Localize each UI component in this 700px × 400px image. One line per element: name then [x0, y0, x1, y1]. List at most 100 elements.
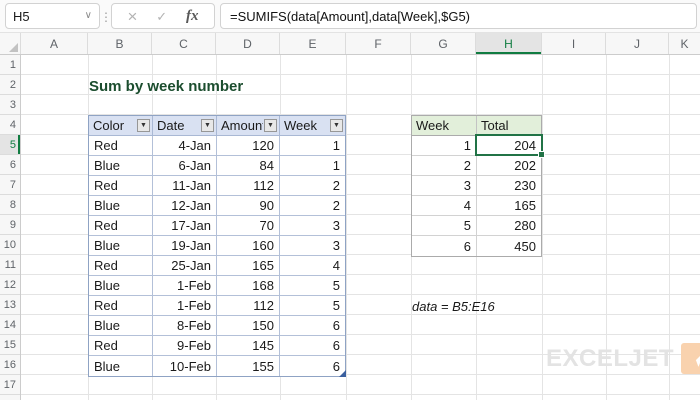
filter-dropdown-icon[interactable]: ▼ [137, 119, 150, 132]
table-cell[interactable]: 145 [217, 336, 280, 356]
table-cell[interactable]: Blue [89, 316, 153, 336]
column-header-j[interactable]: J [606, 33, 669, 54]
table-cell[interactable]: 1 [280, 136, 345, 156]
table-cell[interactable]: Red [89, 136, 153, 156]
filter-dropdown-icon[interactable]: ▼ [201, 119, 214, 132]
table-cell[interactable]: Red [89, 216, 153, 236]
table-cell[interactable]: 160 [217, 236, 280, 256]
row-header-17[interactable]: 17 [0, 375, 20, 395]
table-cell[interactable]: 6-Jan [153, 156, 217, 176]
row-header-7[interactable]: 7 [0, 175, 20, 195]
column-header-d[interactable]: D [216, 33, 280, 54]
select-all-corner[interactable] [0, 33, 21, 54]
cancel-icon[interactable]: × [127, 8, 137, 25]
column-header-k[interactable]: K [669, 33, 700, 54]
row-header-15[interactable]: 15 [0, 335, 20, 355]
table-cell[interactable]: 6 [280, 356, 345, 376]
table-cell[interactable]: Blue [89, 276, 153, 296]
summary-cell[interactable]: 2 [412, 156, 477, 176]
table-cell[interactable]: 1-Feb [153, 276, 217, 296]
table-cell[interactable]: 3 [280, 216, 345, 236]
column-header-b[interactable]: B [88, 33, 152, 54]
fill-handle[interactable] [538, 151, 545, 158]
summary-cell[interactable]: 3 [412, 176, 477, 196]
table-cell[interactable]: 165 [217, 256, 280, 276]
column-header-e[interactable]: E [280, 33, 346, 54]
name-box[interactable]: H5 ∨ [5, 3, 100, 29]
table-cell[interactable]: 4-Jan [153, 136, 217, 156]
table-cell[interactable]: 4 [280, 256, 345, 276]
row-header-4[interactable]: 4 [0, 115, 20, 135]
summary-cell[interactable]: 230 [477, 176, 541, 196]
summary-cell[interactable]: 6 [412, 236, 477, 256]
table-cell[interactable]: 2 [280, 176, 345, 196]
table-cell[interactable]: 12-Jan [153, 196, 217, 216]
row-header-10[interactable]: 10 [0, 235, 20, 255]
table-cell[interactable]: 1-Feb [153, 296, 217, 316]
table-cell[interactable]: Blue [89, 156, 153, 176]
enter-icon[interactable]: ✓ [156, 10, 167, 23]
column-header-h-selected[interactable]: H [476, 33, 542, 54]
row-header-13[interactable]: 13 [0, 295, 20, 315]
table-cell[interactable]: Red [89, 336, 153, 356]
table-cell[interactable]: 2 [280, 196, 345, 216]
table-cell[interactable]: 17-Jan [153, 216, 217, 236]
summary-cell[interactable]: 450 [477, 236, 541, 256]
table-cell[interactable]: 10-Feb [153, 356, 217, 376]
table-cell[interactable]: 90 [217, 196, 280, 216]
row-header-1[interactable]: 1 [0, 55, 20, 75]
table-cell[interactable]: 112 [217, 176, 280, 196]
summary-cell[interactable]: 1 [412, 136, 477, 156]
table-cell[interactable]: 11-Jan [153, 176, 217, 196]
table-cell[interactable]: 84 [217, 156, 280, 176]
column-header-g[interactable]: G [411, 33, 476, 54]
table-cell[interactable]: 9-Feb [153, 336, 217, 356]
summary-cell[interactable]: 280 [477, 216, 541, 236]
row-header-12[interactable]: 12 [0, 275, 20, 295]
table-cell[interactable]: 1 [280, 156, 345, 176]
table-cell[interactable]: 8-Feb [153, 316, 217, 336]
table-cell[interactable]: Red [89, 256, 153, 276]
row-header-9[interactable]: 9 [0, 215, 20, 235]
table-cell[interactable]: Blue [89, 356, 153, 376]
filter-dropdown-icon[interactable]: ▼ [264, 119, 277, 132]
summary-cell[interactable]: 202 [477, 156, 541, 176]
column-header-a[interactable]: A [21, 33, 88, 54]
row-header-14[interactable]: 14 [0, 315, 20, 335]
column-header-c[interactable]: C [152, 33, 216, 54]
insert-function-icon[interactable]: fx [186, 8, 199, 25]
summary-cell[interactable]: 165 [477, 196, 541, 216]
table-cell[interactable]: 6 [280, 316, 345, 336]
table-cell[interactable]: 120 [217, 136, 280, 156]
table-cell[interactable]: 150 [217, 316, 280, 336]
row-header-11[interactable]: 11 [0, 255, 20, 275]
table-cell[interactable]: 5 [280, 296, 345, 316]
chevron-down-icon[interactable]: ∨ [85, 11, 92, 21]
table-cell[interactable]: Red [89, 176, 153, 196]
row-header-3[interactable]: 3 [0, 95, 20, 115]
row-header-6[interactable]: 6 [0, 155, 20, 175]
table-cell[interactable]: Blue [89, 196, 153, 216]
table-cell[interactable]: 112 [217, 296, 280, 316]
table-cell[interactable]: 155 [217, 356, 280, 376]
table-cell[interactable]: Blue [89, 236, 153, 256]
column-header-f[interactable]: F [346, 33, 411, 54]
table-cell[interactable]: Red [89, 296, 153, 316]
table-cell[interactable]: 25-Jan [153, 256, 217, 276]
formula-input[interactable]: =SUMIFS(data[Amount],data[Week],$G5) [220, 3, 697, 29]
table-cell[interactable]: 19-Jan [153, 236, 217, 256]
row-header-8[interactable]: 8 [0, 195, 20, 215]
row-header-5-selected[interactable]: 5 [0, 135, 20, 155]
table-cell[interactable]: 5 [280, 276, 345, 296]
table-cell[interactable]: 6 [280, 336, 345, 356]
row-header-2[interactable]: 2 [0, 75, 20, 95]
table-resize-handle-icon[interactable] [339, 370, 346, 377]
summary-cell[interactable]: 4 [412, 196, 477, 216]
summary-cell[interactable]: 5 [412, 216, 477, 236]
column-header-i[interactable]: I [542, 33, 606, 54]
filter-dropdown-icon[interactable]: ▼ [330, 119, 343, 132]
row-header-16[interactable]: 16 [0, 355, 20, 375]
table-cell[interactable]: 168 [217, 276, 280, 296]
active-cell-selection[interactable] [475, 134, 545, 158]
table-cell[interactable]: 3 [280, 236, 345, 256]
